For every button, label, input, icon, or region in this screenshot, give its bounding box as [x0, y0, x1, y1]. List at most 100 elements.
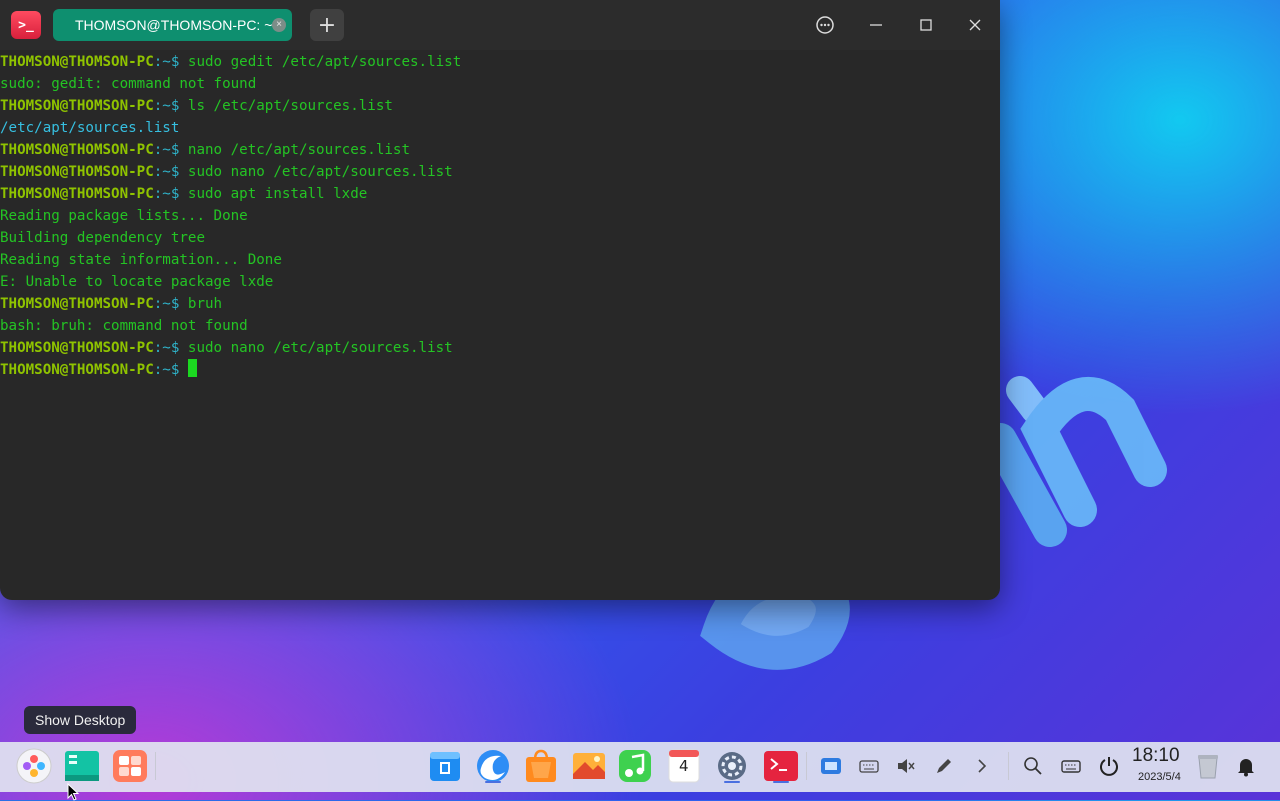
clock-date[interactable]: 2023/5/4	[1138, 771, 1181, 783]
menu-more-button[interactable]	[812, 12, 838, 38]
shop-app-button[interactable]	[522, 747, 560, 785]
dock-separator	[806, 752, 807, 780]
terminal-line: THOMSON@THOMSON-PC:~$ nano /etc/apt/sour…	[0, 139, 1000, 161]
input-method-button[interactable]	[1052, 747, 1090, 785]
notification-button[interactable]	[1227, 747, 1265, 785]
launcher-button[interactable]	[15, 747, 53, 785]
prompt-path: ~$	[162, 296, 188, 312]
photo-icon	[573, 753, 605, 779]
music-app-button[interactable]	[616, 747, 654, 785]
prompt-path: ~$	[162, 340, 188, 356]
minimize-icon	[870, 24, 882, 26]
onscreen-keyboard-button[interactable]	[850, 747, 888, 785]
show-desktop-button[interactable]	[63, 747, 101, 785]
screenshot-icon	[821, 758, 841, 774]
output-text: bash: bruh: command not found	[0, 318, 248, 334]
multitask-view-button[interactable]	[111, 747, 149, 785]
bell-icon	[1238, 759, 1254, 777]
running-indicator	[485, 781, 501, 783]
prompt-separator: :	[153, 98, 163, 114]
prompt-separator: :	[153, 142, 163, 158]
terminal-icon[interactable]: >_	[11, 11, 41, 39]
terminal-line: sudo: gedit: command not found	[0, 73, 1000, 95]
terminal-line: THOMSON@THOMSON-PC:~$ ls /etc/apt/source…	[0, 95, 1000, 117]
prompt-user: THOMSON@THOMSON-PC	[0, 362, 154, 378]
calendar-button[interactable]: 4	[665, 747, 703, 785]
terminal-icon	[764, 751, 798, 781]
terminal-line: Reading package lists... Done	[0, 205, 1000, 227]
browser-button[interactable]	[474, 747, 512, 785]
prompt-user: THOMSON@THOMSON-PC	[0, 54, 154, 70]
tray-expand-button[interactable]	[963, 747, 1001, 785]
terminal-line: Reading state information... Done	[0, 249, 1000, 271]
terminal-titlebar[interactable]: >_ THOMSON@THOMSON-PC: ~ × +	[0, 0, 1000, 50]
prompt-separator: :	[153, 362, 163, 378]
keyboard-icon	[859, 760, 879, 773]
calendar-day: 4	[679, 757, 689, 775]
close-icon	[969, 19, 981, 31]
multitask-icon	[113, 750, 147, 782]
image-viewer-button[interactable]	[570, 747, 608, 785]
terminal-window[interactable]: >_ THOMSON@THOMSON-PC: ~ × + THOMSON@THO…	[0, 0, 1000, 600]
desktop-icon	[65, 751, 99, 781]
minimize-button[interactable]	[863, 12, 889, 38]
prompt-user: THOMSON@THOMSON-PC	[0, 142, 154, 158]
output-text: /etc/apt/sources.list	[0, 120, 180, 136]
mouse-cursor-icon	[67, 783, 80, 801]
terminal-line: /etc/apt/sources.list	[0, 117, 1000, 139]
command-text: sudo nano /etc/apt/sources.list	[187, 164, 453, 180]
running-indicator	[724, 781, 740, 783]
power-icon	[1100, 757, 1118, 776]
pen-icon	[937, 759, 951, 773]
terminal-line: THOMSON@THOMSON-PC:~$ sudo apt install l…	[0, 183, 1000, 205]
prompt-path: ~$	[162, 142, 188, 158]
prompt-path: ~$	[162, 98, 188, 114]
output-text: Reading state information... Done	[0, 252, 282, 268]
gear-icon	[718, 752, 746, 780]
trash-icon	[1198, 755, 1218, 779]
output-text: Reading package lists... Done	[0, 208, 248, 224]
output-text: E: Unable to locate package lxde	[0, 274, 274, 290]
prompt-user: THOMSON@THOMSON-PC	[0, 98, 154, 114]
dock-separator	[155, 752, 156, 780]
maximize-button[interactable]	[913, 12, 939, 38]
command-text: sudo gedit /etc/apt/sources.list	[187, 54, 462, 70]
clock-time[interactable]: 18:10	[1132, 745, 1180, 767]
close-button[interactable]	[962, 12, 988, 38]
terminal-app-button[interactable]	[762, 747, 800, 785]
prompt-separator: :	[153, 296, 163, 312]
screenshot-button[interactable]	[812, 747, 850, 785]
output-text: sudo: gedit: command not found	[0, 76, 257, 92]
prompt-separator: :	[153, 164, 163, 180]
terminal-line: bash: bruh: command not found	[0, 315, 1000, 337]
prompt-separator: :	[153, 54, 163, 70]
terminal-line: THOMSON@THOMSON-PC:~$ bruh	[0, 293, 1000, 315]
search-icon	[1024, 757, 1042, 775]
text-cursor	[187, 359, 197, 377]
dock: 4 18:10 2023/5/4	[0, 742, 1280, 792]
app-store-button[interactable]	[426, 747, 464, 785]
control-center-button[interactable]	[713, 747, 751, 785]
power-button[interactable]	[1090, 747, 1128, 785]
pen-tool-button[interactable]	[925, 747, 963, 785]
prompt-user: THOMSON@THOMSON-PC	[0, 186, 154, 202]
terminal-line: THOMSON@THOMSON-PC:~$ sudo nano /etc/apt…	[0, 337, 1000, 359]
browser-icon	[477, 750, 509, 782]
terminal-output[interactable]: THOMSON@THOMSON-PC:~$ sudo gedit /etc/ap…	[0, 51, 1000, 600]
command-text: bruh	[187, 296, 223, 312]
tab-close-button[interactable]: ×	[272, 18, 286, 32]
new-tab-button[interactable]: +	[310, 9, 344, 41]
terminal-line: Building dependency tree	[0, 227, 1000, 249]
volume-button[interactable]	[887, 747, 925, 785]
prompt-path: ~$	[162, 164, 188, 180]
prompt-path: ~$	[162, 54, 188, 70]
command-text: sudo nano /etc/apt/sources.list	[187, 340, 453, 356]
tab-terminal[interactable]: THOMSON@THOMSON-PC: ~ ×	[53, 9, 292, 41]
dock-separator	[1008, 752, 1009, 780]
output-text: Building dependency tree	[0, 230, 205, 246]
command-text: sudo apt install lxde	[187, 186, 368, 202]
search-button[interactable]	[1014, 747, 1052, 785]
trash-button[interactable]	[1189, 747, 1227, 785]
launcher-icon	[16, 748, 52, 784]
command-text: nano /etc/apt/sources.list	[187, 142, 411, 158]
